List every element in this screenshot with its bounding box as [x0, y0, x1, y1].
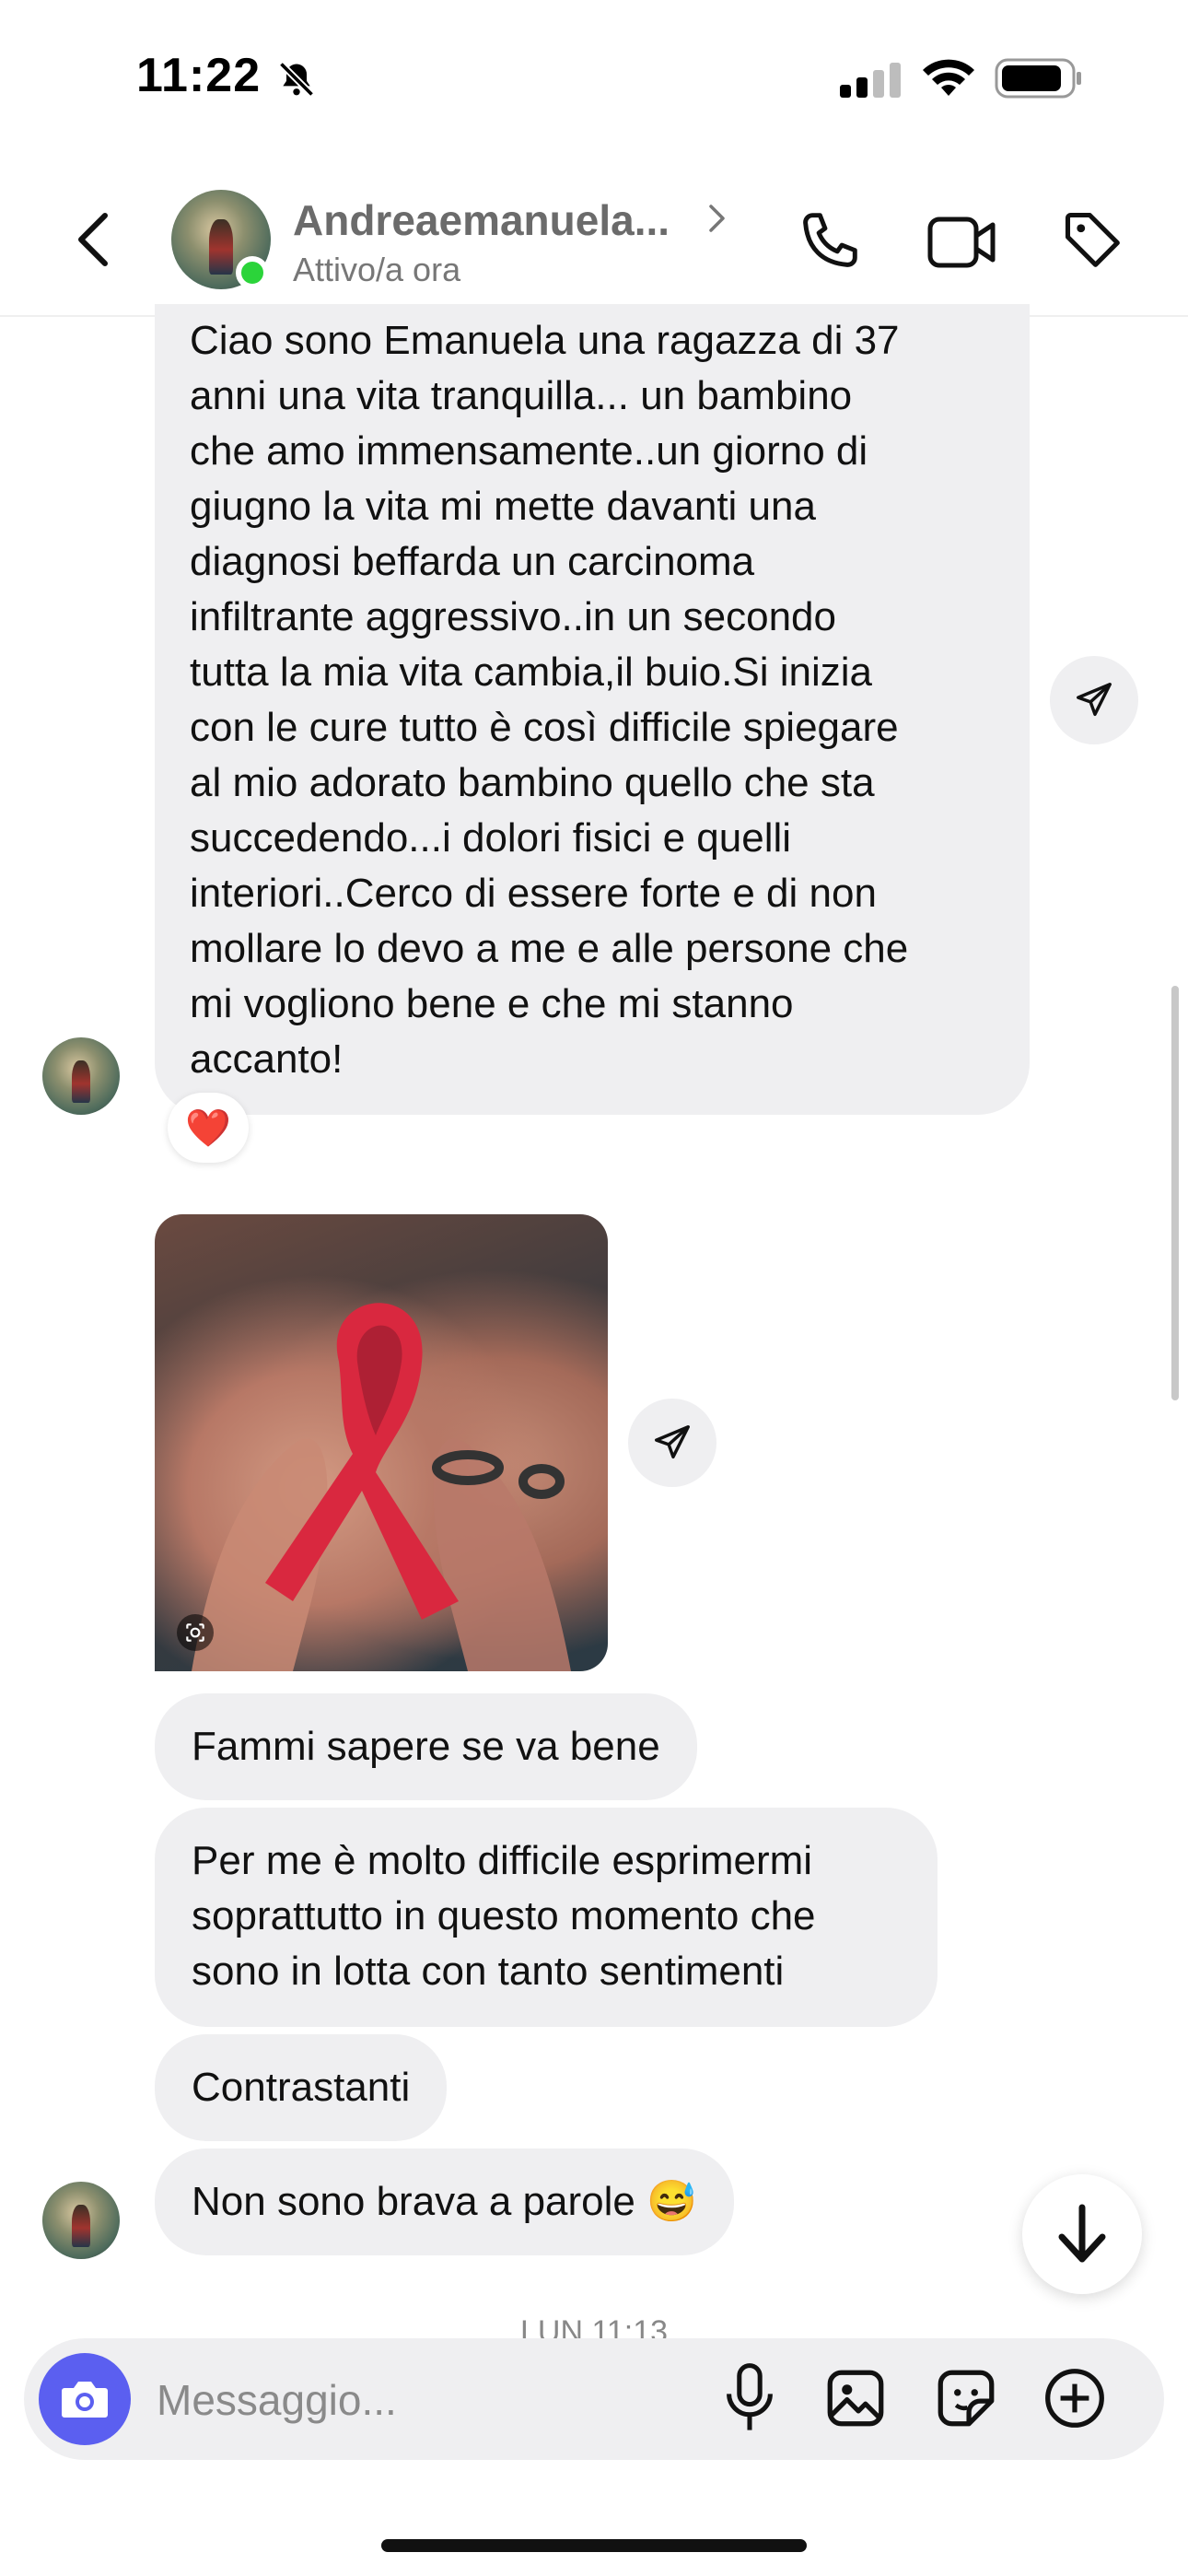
- heart-emoji: ❤️: [185, 1107, 231, 1149]
- online-indicator: [236, 256, 269, 289]
- message-text: Contrastanti: [192, 2065, 411, 2110]
- message-bubble[interactable]: Contrastanti: [155, 2034, 448, 2141]
- tag-icon[interactable]: [1059, 206, 1129, 276]
- signal-icon: [840, 61, 904, 98]
- message-text-line: sono in lotta con tanto sentimenti: [192, 1949, 785, 1994]
- contact-status: Attivo/a ora: [293, 251, 461, 288]
- bell-slash-icon: [276, 59, 317, 100]
- message-text: Fammi sapere se va bene: [192, 1724, 660, 1769]
- lens-icon[interactable]: [177, 1614, 214, 1651]
- ribbon-image: [192, 1303, 571, 1671]
- camera-icon: [59, 2377, 111, 2421]
- status-time: 11:22: [136, 49, 262, 102]
- wifi-icon: [921, 57, 976, 98]
- message-bubble-long[interactable]: Ciao sono Emanuela una ragazza di 37 ann…: [155, 304, 1030, 1115]
- battery-icon: [995, 57, 1083, 100]
- message-text: Non sono brava a parole 😅: [192, 2179, 697, 2224]
- message-input[interactable]: [155, 2368, 674, 2432]
- message-bubble[interactable]: Fammi sapere se va bene: [155, 1693, 697, 1800]
- contact-name[interactable]: Andreaemanuela...: [293, 195, 670, 245]
- message-bubble[interactable]: Non sono brava a parole 😅: [155, 2149, 734, 2255]
- send-icon: [1073, 679, 1115, 721]
- phone-icon[interactable]: [794, 208, 862, 276]
- gallery-icon[interactable]: [821, 2364, 890, 2432]
- sticker-icon[interactable]: [932, 2364, 1000, 2432]
- send-icon: [651, 1422, 693, 1464]
- microphone-icon[interactable]: [718, 2360, 781, 2438]
- share-button[interactable]: [1050, 656, 1138, 744]
- message-text-line: Per me è molto difficile esprimermi: [192, 1838, 813, 1883]
- photo-message[interactable]: [155, 1214, 608, 1671]
- reaction-badge[interactable]: ❤️: [168, 1093, 249, 1163]
- sender-avatar[interactable]: [42, 2182, 120, 2259]
- arrow-down-icon: [1054, 2202, 1110, 2266]
- scroll-down-button[interactable]: [1022, 2174, 1142, 2294]
- share-photo-button[interactable]: [628, 1399, 716, 1487]
- home-indicator: [381, 2539, 807, 2552]
- add-icon[interactable]: [1041, 2364, 1109, 2432]
- video-icon[interactable]: [926, 212, 996, 273]
- message-text-line: soprattutto in questo momento che: [192, 1893, 816, 1938]
- message-text: Ciao sono Emanuela una ragazza di 37 ann…: [190, 318, 909, 1082]
- sender-avatar[interactable]: [42, 1037, 120, 1115]
- camera-button[interactable]: [39, 2353, 131, 2445]
- scrollbar[interactable]: [1171, 986, 1179, 1400]
- message-bubble[interactable]: Per me è molto difficile esprimermi sopr…: [155, 1808, 938, 2027]
- chevron-right-icon[interactable]: [707, 203, 728, 234]
- back-icon[interactable]: [74, 210, 114, 269]
